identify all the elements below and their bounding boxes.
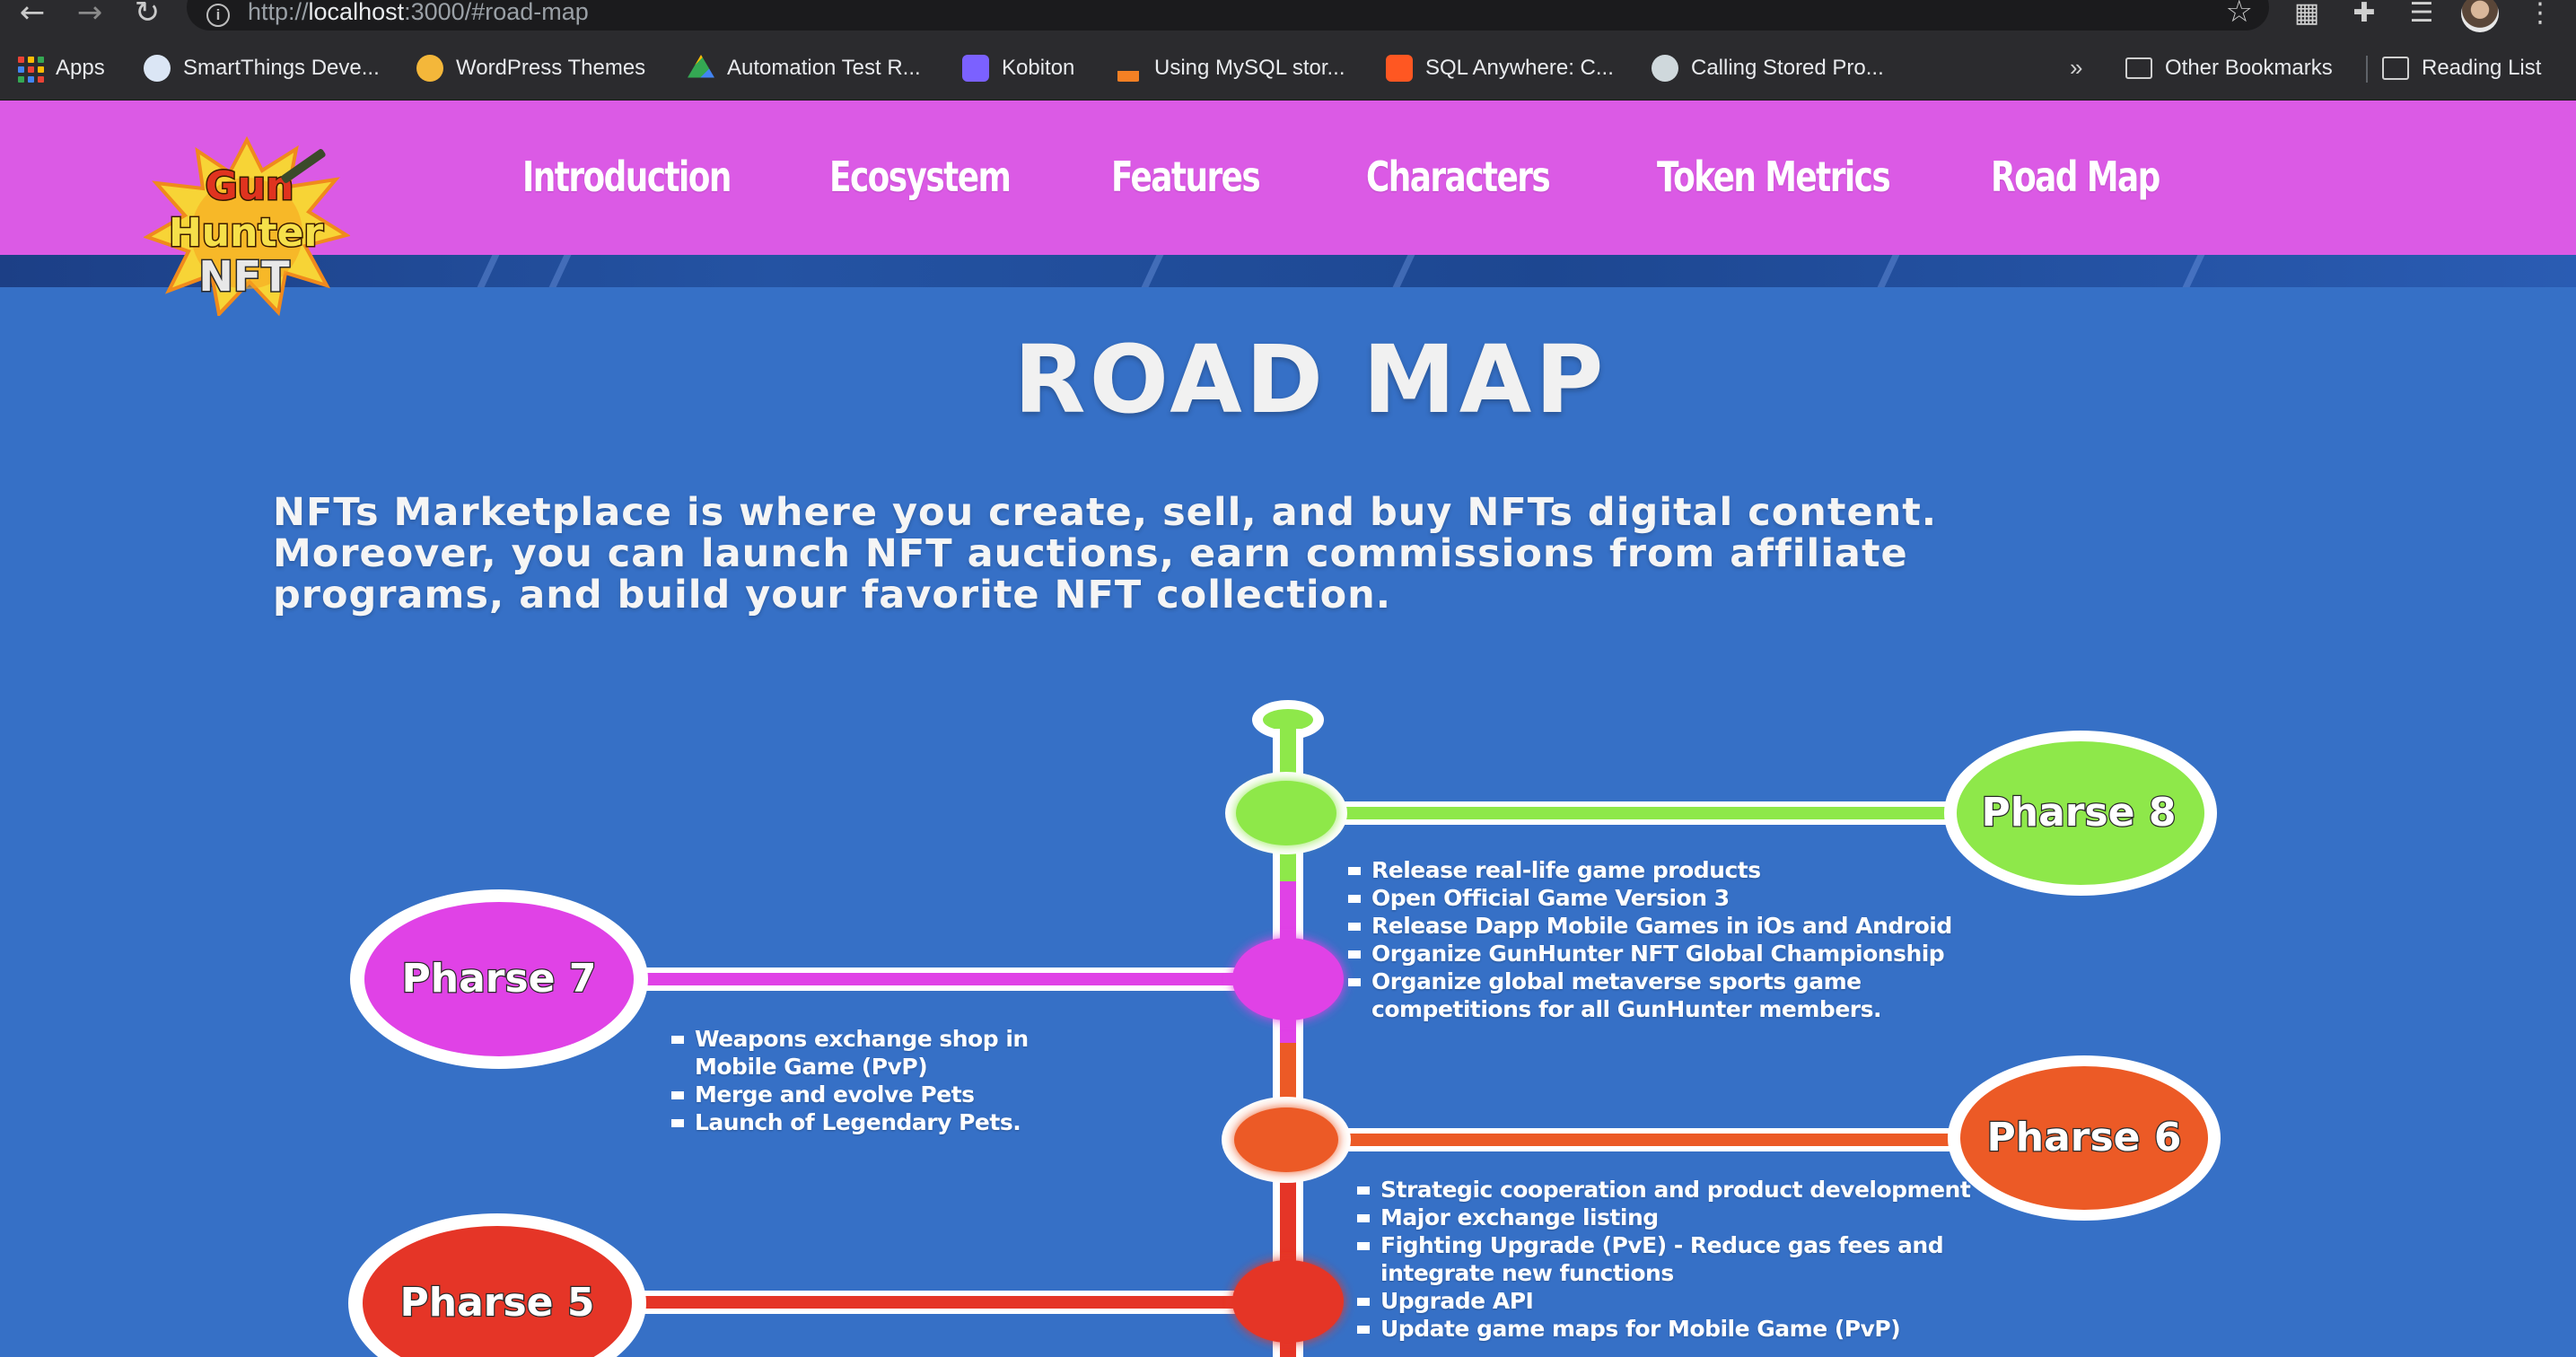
folder-icon [2125, 57, 2152, 79]
blogger-icon [1386, 55, 1413, 82]
list-item: Organize global metaverse sports game co… [1345, 967, 1991, 1023]
phase-8-label: Pharse 8 [1982, 790, 2177, 836]
back-arrow-icon[interactable]: ← [13, 0, 52, 29]
profile-avatar[interactable] [2461, 0, 2499, 32]
phase-7-label: Pharse 7 [402, 956, 597, 1002]
phase-6-bullets: Strategic cooperation and product develo… [1354, 1176, 1982, 1343]
list-item: Release Dapp Mobile Games in iOs and And… [1345, 912, 1991, 940]
bookmark-star-icon[interactable]: ☆ [2226, 0, 2253, 27]
bookmark-other-bookmarks[interactable]: Other Bookmarks [2125, 52, 2333, 84]
reading-list-icon [2382, 57, 2409, 80]
list-item: Open Official Game Version 3 [1345, 884, 1991, 912]
phase-8-bullets: Release real-life game products Open Off… [1345, 856, 1991, 1023]
bookmark-calling-stored[interactable]: Calling Stored Pro... [1652, 52, 1884, 84]
qr-code-icon[interactable]: ▦ [2289, 0, 2325, 31]
list-item: Weapons exchange shop in Mobile Game (Pv… [668, 1025, 1081, 1081]
bookmark-automation-test[interactable]: Automation Test R... [688, 52, 921, 84]
reload-icon[interactable]: ↻ [127, 0, 167, 29]
google-drive-icon [688, 55, 714, 78]
extensions-puzzle-icon[interactable]: ✚ [2346, 0, 2382, 31]
bookmarks-bar: Apps SmartThings Deve... WordPress Theme… [0, 36, 2576, 101]
apps-grid-icon [16, 55, 44, 83]
list-item: Upgrade API [1354, 1287, 1982, 1315]
list-item: Merge and evolve Pets [668, 1081, 1081, 1108]
list-item: Release real-life game products [1345, 856, 1991, 884]
browser-toolbar: ← → ↻ i http://localhost:3000/#road-map … [0, 0, 2576, 36]
bookmarks-overflow-chevron-icon[interactable]: » [2070, 54, 2082, 82]
bookmark-using-mysql[interactable]: Using MySQL stor... [1115, 52, 1345, 84]
phase-5-label: Pharse 5 [400, 1280, 595, 1326]
list-item: Update game maps for Mobile Game (PvP) [1354, 1315, 1982, 1343]
wordpress-themes-icon [416, 55, 443, 82]
web-page: Gun Hunter NFT Introduction Ecosystem Fe… [0, 101, 2576, 1357]
roadmap-graphic: Pharse 8 Pharse 7 Pharse 6 Pharse 5 [348, 700, 2221, 1357]
bookmark-smartthings[interactable]: SmartThings Deve... [144, 52, 380, 84]
stackoverflow-icon [1117, 71, 1139, 82]
list-item: Launch of Legendary Pets. [668, 1108, 1081, 1136]
kobiton-icon [962, 55, 989, 82]
phase-5-node: Pharse 5 [348, 1213, 1344, 1357]
list-item: Major exchange listing [1354, 1204, 1982, 1231]
bookmark-wordpress-themes[interactable]: WordPress Themes [416, 52, 645, 84]
url-text[interactable]: http://localhost:3000/#road-map [248, 0, 589, 26]
list-item: Organize GunHunter NFT Global Championsh… [1345, 940, 1991, 967]
more-menu-icon[interactable]: ⋮ [2522, 0, 2558, 31]
list-item: Fighting Upgrade (PvE) - Reduce gas fees… [1354, 1231, 1982, 1287]
forward-arrow-icon[interactable]: → [70, 0, 110, 29]
phase-6-label: Pharse 6 [1987, 1115, 2182, 1160]
bookmark-sql-anywhere[interactable]: SQL Anywhere: C... [1386, 52, 1614, 84]
address-bar[interactable]: i http://localhost:3000/#road-map ☆ [187, 0, 2269, 31]
site-info-icon[interactable]: i [206, 4, 230, 27]
calling-icon [1652, 55, 1678, 82]
bookmark-kobiton[interactable]: Kobiton [962, 52, 1074, 84]
bookmark-apps[interactable]: Apps [16, 52, 105, 84]
bookmark-reading-list[interactable]: Reading List [2382, 52, 2541, 84]
media-queue-icon[interactable]: ☰ [2404, 0, 2440, 31]
smartthings-icon [144, 55, 171, 82]
bookmarks-separator [2366, 56, 2368, 83]
list-item: Strategic cooperation and product develo… [1354, 1176, 1982, 1204]
phase-7-bullets: Weapons exchange shop in Mobile Game (Pv… [668, 1025, 1081, 1136]
